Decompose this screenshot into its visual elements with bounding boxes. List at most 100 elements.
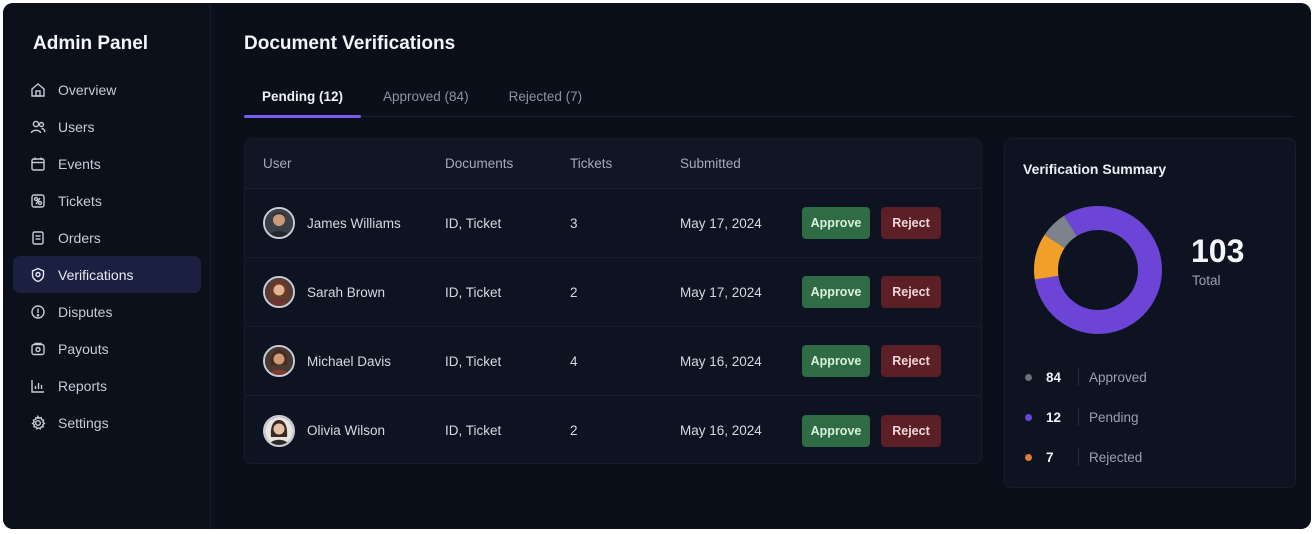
tab-pending[interactable]: Pending (12) bbox=[244, 75, 362, 118]
legend-label: Approved bbox=[1089, 369, 1147, 385]
legend-item-approved: 84 Approved bbox=[1025, 357, 1275, 397]
sidebar-item-overview[interactable]: Overview bbox=[13, 71, 201, 108]
approve-button[interactable]: Approve bbox=[802, 276, 870, 308]
sidebar-item-orders[interactable]: Orders bbox=[13, 219, 201, 256]
tab-bar: Pending (12) Approved (84) Rejected (7) bbox=[244, 75, 1294, 118]
row-actions: Approve Reject bbox=[802, 276, 941, 308]
legend-value: 12 bbox=[1046, 409, 1062, 425]
legend-dot bbox=[1025, 413, 1032, 421]
sidebar-item-settings[interactable]: Settings bbox=[13, 404, 201, 441]
sidebar-item-verifications[interactable]: Verifications bbox=[13, 256, 201, 293]
sidebar-item-disputes[interactable]: Disputes bbox=[13, 293, 201, 330]
users-icon bbox=[30, 119, 46, 135]
sidebar-item-label: Settings bbox=[58, 414, 109, 431]
verifications-table: User Documents Tickets Submitted James W… bbox=[244, 138, 982, 464]
avatar bbox=[263, 414, 295, 447]
row-actions: Approve Reject bbox=[802, 345, 941, 377]
sidebar-item-label: Verifications bbox=[58, 266, 134, 283]
user-name: Sarah Brown bbox=[307, 284, 386, 300]
avatar bbox=[263, 276, 295, 308]
sidebar-item-label: Reports bbox=[58, 377, 108, 394]
dispute-icon bbox=[30, 304, 46, 320]
user-cell: James Williams bbox=[245, 207, 445, 239]
sidebar-item-reports[interactable]: Reports bbox=[13, 367, 201, 404]
legend-label: Pending bbox=[1089, 409, 1139, 425]
table-row: Olivia Wilson ID, Ticket 2 May 16, 2024 … bbox=[245, 396, 981, 463]
tab-approved[interactable]: Approved (84) bbox=[365, 75, 487, 117]
shield-check-icon bbox=[30, 267, 46, 283]
legend-item-rejected: 7 Rejected bbox=[1025, 437, 1275, 477]
total-label: Total bbox=[1192, 273, 1221, 288]
sidebar-item-label: Orders bbox=[58, 229, 101, 246]
sidebar-nav: Overview Users Events Tickets Orders Ver… bbox=[13, 71, 201, 441]
submitted-cell: May 17, 2024 bbox=[680, 215, 762, 231]
summary-title: Verification Summary bbox=[1023, 161, 1167, 177]
tickets-cell: 3 bbox=[570, 215, 578, 231]
user-cell: Olivia Wilson bbox=[245, 414, 445, 447]
documents-cell: ID, Ticket bbox=[445, 423, 502, 438]
user-cell: Michael Davis bbox=[245, 345, 445, 377]
sidebar-item-label: Payouts bbox=[58, 340, 109, 357]
sidebar-item-label: Users bbox=[58, 118, 95, 135]
reports-icon bbox=[30, 378, 46, 394]
approve-button[interactable]: Approve bbox=[802, 345, 870, 377]
orders-icon bbox=[30, 230, 46, 246]
submitted-cell: May 17, 2024 bbox=[680, 284, 762, 300]
tickets-cell: 4 bbox=[570, 353, 578, 369]
row-actions: Approve Reject bbox=[802, 207, 941, 239]
documents-cell: ID, Ticket bbox=[445, 284, 502, 300]
documents-cell: ID, Ticket bbox=[445, 215, 502, 231]
reject-button[interactable]: Reject bbox=[881, 345, 941, 377]
table-row: James Williams ID, Ticket 3 May 17, 2024… bbox=[245, 189, 981, 258]
reject-button[interactable]: Reject bbox=[881, 207, 941, 239]
tickets-cell: 2 bbox=[570, 284, 578, 300]
submitted-cell: May 16, 2024 bbox=[680, 353, 762, 369]
sidebar-item-label: Events bbox=[58, 155, 101, 172]
reject-button[interactable]: Reject bbox=[881, 414, 941, 447]
user-name: Olivia Wilson bbox=[307, 423, 386, 438]
column-header-documents[interactable]: Documents bbox=[445, 156, 570, 171]
legend-divider bbox=[1078, 408, 1079, 426]
table-row: Michael Davis ID, Ticket 4 May 16, 2024 … bbox=[245, 327, 981, 396]
user-name: Michael Davis bbox=[307, 353, 392, 369]
calendar-icon bbox=[30, 156, 46, 172]
legend-value: 84 bbox=[1046, 369, 1062, 385]
sidebar-item-users[interactable]: Users bbox=[13, 108, 201, 145]
legend-divider bbox=[1078, 448, 1079, 466]
table-header: User Documents Tickets Submitted bbox=[245, 139, 981, 189]
approve-button[interactable]: Approve bbox=[802, 414, 870, 447]
legend-value: 7 bbox=[1046, 449, 1054, 465]
summary-legend: 84 Approved 12 Pending 7 Rejected bbox=[1025, 357, 1275, 477]
user-cell: Sarah Brown bbox=[245, 276, 445, 308]
documents-cell: ID, Ticket bbox=[445, 353, 502, 369]
tab-rejected[interactable]: Rejected (7) bbox=[491, 75, 601, 117]
payout-icon bbox=[30, 341, 46, 357]
legend-dot bbox=[1025, 453, 1032, 461]
brand-title: Admin Panel bbox=[33, 33, 149, 54]
legend-label: Rejected bbox=[1089, 449, 1143, 465]
sidebar-item-events[interactable]: Events bbox=[13, 145, 201, 182]
sidebar-item-label: Disputes bbox=[58, 303, 113, 320]
column-header-tickets[interactable]: Tickets bbox=[570, 156, 680, 171]
sidebar-item-label: Overview bbox=[58, 81, 117, 98]
sidebar: Admin Panel Overview Users Events Ticket… bbox=[3, 3, 211, 529]
legend-dot bbox=[1025, 373, 1032, 381]
submitted-cell: May 16, 2024 bbox=[680, 423, 762, 438]
ticket-icon bbox=[30, 193, 46, 209]
page-title: Document Verifications bbox=[244, 33, 456, 54]
sidebar-item-payouts[interactable]: Payouts bbox=[13, 330, 201, 367]
column-header-user[interactable]: User bbox=[245, 156, 445, 171]
sidebar-item-label: Tickets bbox=[58, 192, 102, 209]
summary-donut-chart bbox=[1034, 206, 1162, 334]
reject-button[interactable]: Reject bbox=[881, 276, 941, 308]
table-row: Sarah Brown ID, Ticket 2 May 17, 2024 Ap… bbox=[245, 258, 981, 327]
verification-summary-card: Verification Summary 103 Total 84 Approv… bbox=[1004, 138, 1296, 488]
sidebar-item-tickets[interactable]: Tickets bbox=[13, 182, 201, 219]
app-window: Admin Panel Overview Users Events Ticket… bbox=[3, 3, 1311, 529]
legend-item-pending: 12 Pending bbox=[1025, 397, 1275, 437]
column-header-submitted[interactable]: Submitted bbox=[680, 156, 802, 171]
approve-button[interactable]: Approve bbox=[802, 207, 870, 239]
avatar bbox=[263, 207, 295, 239]
user-name: James Williams bbox=[307, 215, 401, 231]
avatar bbox=[263, 345, 295, 377]
